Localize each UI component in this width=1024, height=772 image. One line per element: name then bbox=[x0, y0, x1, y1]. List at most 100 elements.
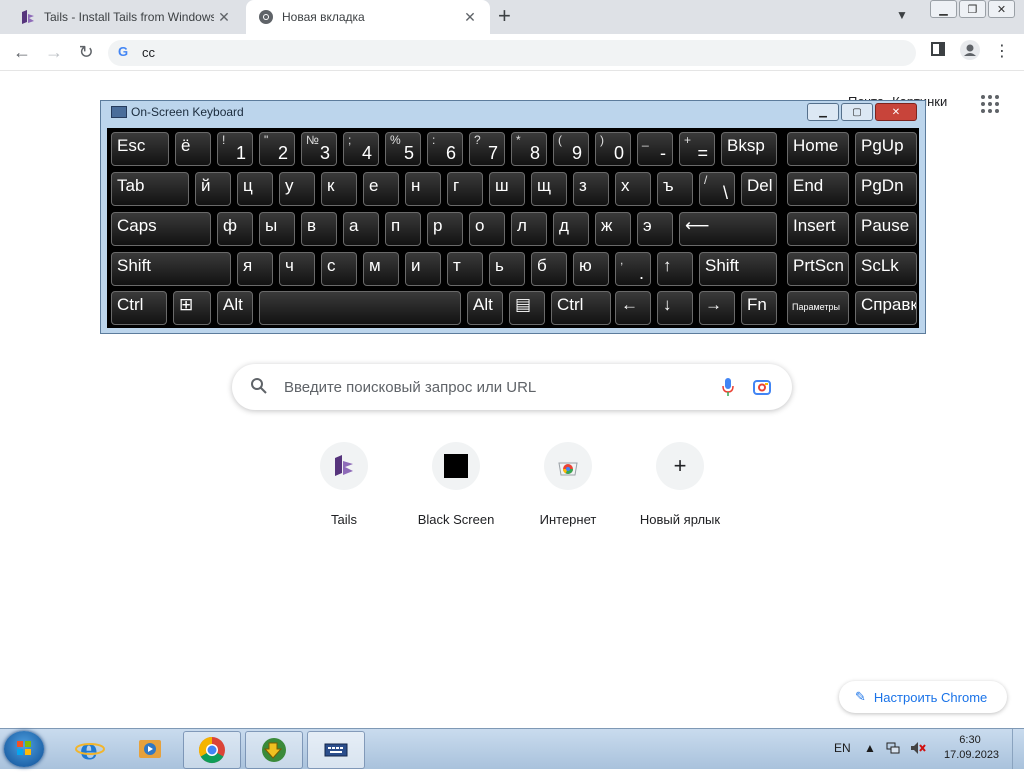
key-н[interactable]: н bbox=[405, 172, 441, 206]
key-⟵[interactable]: ⟵ bbox=[679, 212, 777, 246]
key-т[interactable]: т bbox=[447, 252, 483, 286]
menu-dots-icon[interactable]: ⋮ bbox=[990, 40, 1014, 64]
key-м[interactable]: м bbox=[363, 252, 399, 286]
start-button[interactable] bbox=[4, 731, 44, 767]
windows-key-icon[interactable]: ⊞ bbox=[173, 291, 211, 325]
key-End[interactable]: End bbox=[787, 172, 849, 206]
minimize-icon[interactable]: ▁ bbox=[807, 103, 839, 121]
key-Caps[interactable]: Caps bbox=[111, 212, 211, 246]
address-bar[interactable]: G сс bbox=[108, 40, 916, 66]
shortcut-black-screen[interactable]: Black Screen bbox=[400, 442, 512, 527]
key-5[interactable]: % 5 bbox=[385, 132, 421, 166]
key-ю[interactable]: ю bbox=[573, 252, 609, 286]
key-ф[interactable]: ф bbox=[217, 212, 253, 246]
key-б[interactable]: б bbox=[531, 252, 567, 286]
key-Alt[interactable]: Alt bbox=[467, 291, 503, 325]
key-э[interactable]: э bbox=[637, 212, 673, 246]
osk-titlebar[interactable]: On-Screen Keyboard ▁ ▢ ✕ bbox=[101, 101, 925, 123]
google-apps-icon[interactable] bbox=[981, 95, 999, 113]
forward-icon[interactable]: → bbox=[42, 40, 66, 64]
key-2[interactable]: " 2 bbox=[259, 132, 295, 166]
key-.[interactable]: ,. bbox=[615, 252, 651, 286]
show-hidden-icons-icon[interactable]: ▲ bbox=[864, 741, 876, 755]
key-Insert[interactable]: Insert bbox=[787, 212, 849, 246]
address-input[interactable]: сс bbox=[142, 45, 155, 60]
key-7[interactable]: ? 7 bbox=[469, 132, 505, 166]
key-ё[interactable]: ё bbox=[175, 132, 211, 166]
media-player-icon[interactable] bbox=[122, 731, 178, 767]
key-ы[interactable]: ы bbox=[259, 212, 295, 246]
key-6[interactable]: :6 bbox=[427, 132, 463, 166]
key-←[interactable]: ← bbox=[615, 291, 651, 325]
chrome-icon[interactable] bbox=[183, 731, 241, 769]
key-→[interactable]: → bbox=[699, 291, 735, 325]
key-Shift[interactable]: Shift bbox=[699, 252, 777, 286]
key-ч[interactable]: ч bbox=[279, 252, 315, 286]
new-tab-icon[interactable]: + bbox=[498, 4, 511, 28]
tab-tails[interactable]: Tails - Install Tails from Windows ✕ bbox=[8, 0, 244, 34]
shortcut-tails[interactable]: Tails bbox=[288, 442, 400, 527]
key-Esc[interactable]: Esc bbox=[111, 132, 169, 166]
language-indicator[interactable]: EN bbox=[834, 741, 851, 755]
on-screen-keyboard-icon[interactable] bbox=[307, 731, 365, 769]
key-Tab[interactable]: Tab bbox=[111, 172, 189, 206]
key-й[interactable]: й bbox=[195, 172, 231, 206]
key-Fn[interactable]: Fn bbox=[741, 291, 777, 325]
internet-explorer-icon[interactable]: e bbox=[62, 731, 118, 767]
key-е[interactable]: е bbox=[363, 172, 399, 206]
key-а[interactable]: а bbox=[343, 212, 379, 246]
key-PrtScn[interactable]: PrtScn bbox=[787, 252, 849, 286]
key-Справка[interactable]: Справка bbox=[855, 291, 917, 325]
reload-icon[interactable]: ↻ bbox=[74, 40, 98, 64]
menu-key-icon[interactable]: ▤ bbox=[509, 291, 545, 325]
key-ъ[interactable]: ъ bbox=[657, 172, 693, 206]
key-п[interactable]: п bbox=[385, 212, 421, 246]
key-ж[interactable]: ж bbox=[595, 212, 631, 246]
restore-icon[interactable]: ❐ bbox=[959, 0, 986, 18]
show-desktop-button[interactable] bbox=[1012, 729, 1024, 769]
key-ь[interactable]: ь bbox=[489, 252, 525, 286]
key-\[interactable]: / \ bbox=[699, 172, 735, 206]
maximize-icon[interactable]: ▢ bbox=[841, 103, 873, 121]
key-ц[interactable]: ц bbox=[237, 172, 273, 206]
key-щ[interactable]: щ bbox=[531, 172, 567, 206]
key-Pause[interactable]: Pause bbox=[855, 212, 917, 246]
key-ScLk[interactable]: ScLk bbox=[855, 252, 917, 286]
system-clock[interactable]: 6:30 17.09.2023 bbox=[944, 733, 999, 763]
key-ш[interactable]: ш bbox=[489, 172, 525, 206]
minimize-icon[interactable]: ▁ bbox=[930, 0, 957, 18]
key-↓[interactable]: ↓ bbox=[657, 291, 693, 325]
close-tab-icon[interactable]: ✕ bbox=[460, 9, 480, 26]
key-я[interactable]: я bbox=[237, 252, 273, 286]
downloader-icon[interactable] bbox=[245, 731, 303, 769]
key-р[interactable]: р bbox=[427, 212, 463, 246]
shortcut-add[interactable]: + Новый ярлык bbox=[624, 442, 736, 527]
volume-muted-icon[interactable] bbox=[910, 741, 926, 758]
key-PgDn[interactable]: PgDn bbox=[855, 172, 917, 206]
customize-chrome-button[interactable]: ✎ Настроить Chrome bbox=[839, 681, 1007, 713]
google-lens-icon[interactable] bbox=[752, 377, 772, 402]
close-icon[interactable]: ✕ bbox=[875, 103, 917, 121]
key-settings[interactable]: Параметры bbox=[787, 291, 849, 325]
network-icon[interactable] bbox=[886, 741, 900, 758]
key-Alt[interactable]: Alt bbox=[217, 291, 253, 325]
chevron-down-icon[interactable]: ▼ bbox=[896, 8, 908, 22]
key-Ctrl[interactable]: Ctrl bbox=[551, 291, 611, 325]
key-Del[interactable]: Del bbox=[741, 172, 777, 206]
key-0[interactable]: ) 0 bbox=[595, 132, 631, 166]
key-х[interactable]: х bbox=[615, 172, 651, 206]
key-с[interactable]: с bbox=[321, 252, 357, 286]
key-3[interactable]: № 3 bbox=[301, 132, 337, 166]
back-icon[interactable]: ← bbox=[10, 40, 34, 64]
key-Ctrl[interactable]: Ctrl bbox=[111, 291, 167, 325]
key-1[interactable]: ! 1 bbox=[217, 132, 253, 166]
key-в[interactable]: в bbox=[301, 212, 337, 246]
shortcut-internet[interactable]: Интернет bbox=[512, 442, 624, 527]
key-4[interactable]: ; 4 bbox=[343, 132, 379, 166]
search-box[interactable]: Введите поисковый запрос или URL bbox=[232, 364, 792, 410]
tab-new-tab[interactable]: Новая вкладка ✕ bbox=[246, 0, 490, 34]
key-Shift[interactable]: Shift bbox=[111, 252, 231, 286]
key-к[interactable]: к bbox=[321, 172, 357, 206]
key-PgUp[interactable]: PgUp bbox=[855, 132, 917, 166]
key-д[interactable]: д bbox=[553, 212, 589, 246]
